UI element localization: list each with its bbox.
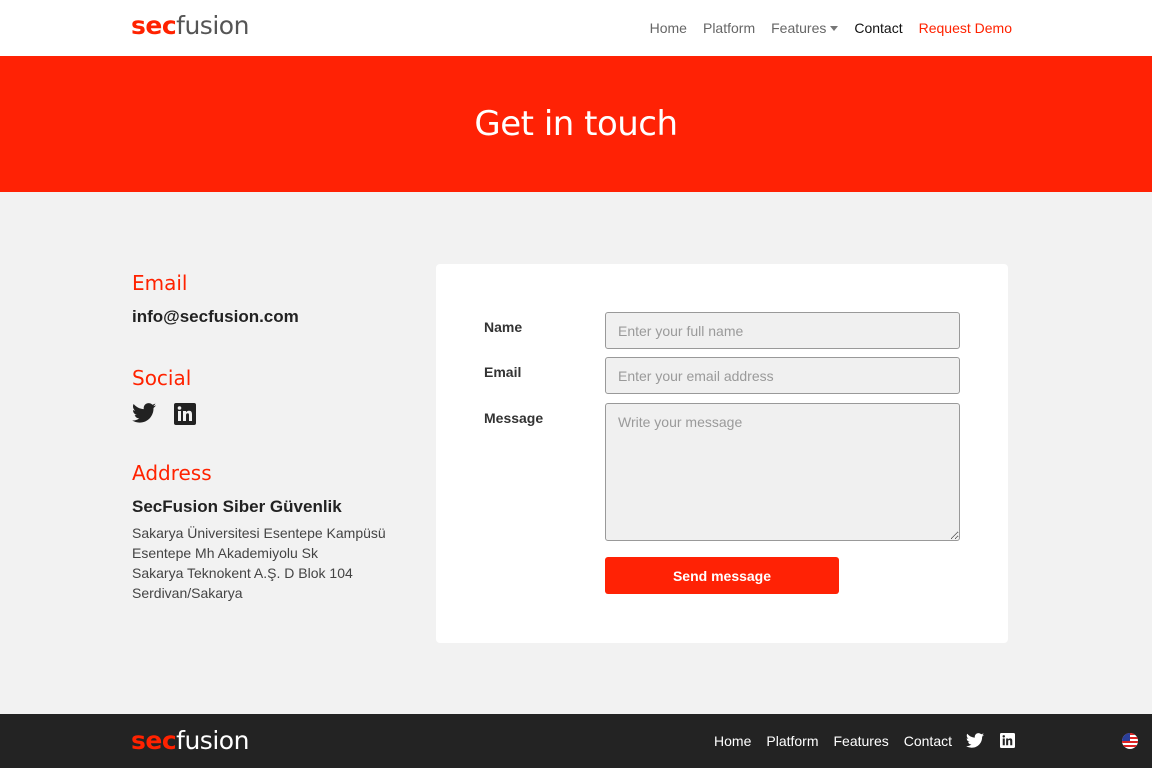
twitter-icon[interactable] — [966, 733, 984, 753]
social-links — [132, 403, 196, 430]
nav-contact[interactable]: Contact — [854, 19, 902, 37]
nav-request-demo[interactable]: Request Demo — [919, 19, 1012, 37]
email-input[interactable] — [605, 357, 960, 394]
site-header: secfusion Home Platform Features Contact… — [0, 0, 1152, 56]
message-label: Message — [484, 410, 544, 426]
address-line: Esentepe Mh Akademiyolu Sk — [132, 545, 318, 561]
footer-nav-platform[interactable]: Platform — [766, 733, 818, 750]
twitter-icon[interactable] — [132, 403, 156, 430]
company-name: SecFusion Siber Güvenlik — [132, 497, 342, 516]
linkedin-icon[interactable] — [1000, 733, 1015, 753]
message-textarea[interactable] — [605, 403, 960, 541]
nav-home[interactable]: Home — [650, 19, 687, 37]
footer-logo-sec-text: sec — [131, 726, 177, 755]
name-input[interactable] — [605, 312, 960, 349]
email-address[interactable]: info@secfusion.com — [132, 307, 299, 327]
page-title: Get in touch — [474, 104, 678, 144]
caret-down-icon — [830, 26, 839, 31]
address-block: Sakarya Üniversitesi Esentepe Kampüsü Es… — [132, 523, 386, 603]
address-line: Sakarya Teknokent A.Ş. D Blok 104 — [132, 565, 353, 581]
footer-nav-contact[interactable]: Contact — [904, 733, 952, 750]
contact-form-card: Name Email Message Send message — [436, 264, 1008, 643]
nav-features-label: Features — [771, 20, 827, 36]
name-label: Name — [484, 319, 523, 335]
linkedin-icon[interactable] — [174, 403, 196, 430]
send-message-button[interactable]: Send message — [605, 557, 839, 594]
footer-social-links — [966, 733, 1015, 753]
site-footer: secfusion Home Platform Features Contact — [0, 714, 1152, 768]
footer-logo-fusion-text: fusion — [176, 726, 249, 755]
email-label: Email — [484, 364, 522, 380]
logo[interactable]: secfusion — [131, 11, 249, 41]
hero-banner: Get in touch — [0, 56, 1152, 192]
main-nav: Home Platform Features Contact Request D… — [650, 19, 1012, 37]
footer-logo[interactable]: secfusion — [131, 726, 249, 756]
nav-features[interactable]: Features — [771, 19, 839, 37]
address-line: Serdivan/Sakarya — [132, 585, 243, 601]
us-flag-icon[interactable] — [1122, 733, 1138, 749]
logo-fusion-text: fusion — [176, 11, 249, 40]
footer-nav: Home Platform Features Contact — [714, 733, 952, 750]
nav-platform[interactable]: Platform — [703, 19, 755, 37]
logo-sec-text: sec — [131, 11, 177, 40]
footer-nav-features[interactable]: Features — [834, 733, 889, 750]
social-heading: Social — [132, 366, 192, 390]
address-heading: Address — [132, 461, 212, 485]
address-line: Sakarya Üniversitesi Esentepe Kampüsü — [132, 525, 386, 541]
email-heading: Email — [132, 271, 188, 295]
footer-nav-home[interactable]: Home — [714, 733, 751, 750]
